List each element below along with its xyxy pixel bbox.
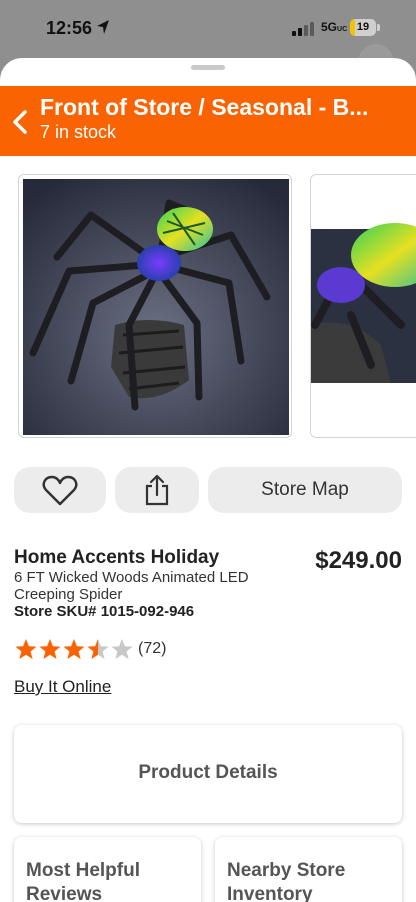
favorite-button[interactable] [14,467,106,513]
star-icon [63,639,85,659]
star-rating[interactable] [14,638,134,662]
aisle-header: Front of Store / Seasonal - B... 7 in st… [0,86,416,156]
location-arrow-icon [97,20,109,34]
most-helpful-reviews-label: Most Helpful Reviews [26,860,140,902]
bottom-sheet: Front of Store / Seasonal - B... 7 in st… [0,58,416,902]
store-map-button[interactable]: Store Map [208,467,402,513]
product-details-card[interactable]: Product Details [14,725,402,823]
heart-icon [42,475,78,506]
battery-level: 19 [356,21,370,33]
spider-product-image [23,179,289,435]
aisle-location-title: Front of Store / Seasonal - B... [40,94,369,120]
star-icon [15,639,37,659]
store-sku: Store SKU# 1015-092-946 [14,603,195,620]
product-details-label: Product Details [138,762,278,783]
cellular-signal-icon [292,22,314,36]
product-price: $249.00 [315,547,402,574]
product-description: 6 FT Wicked Woods Animated LED Creeping … [14,569,249,603]
stock-count: 7 in stock [40,122,117,142]
status-time: 12:56 [46,18,93,38]
spider-closeup-image [311,223,416,383]
star-icon [87,639,109,659]
share-button[interactable] [115,467,199,513]
buy-it-online-link[interactable]: Buy It Online [14,677,111,697]
network-type: 5GUC [321,20,348,34]
most-helpful-reviews-card[interactable]: Most Helpful Reviews [14,837,201,902]
star-icon [111,639,133,659]
nearby-store-inventory-label: Nearby Store Inventory [227,860,346,902]
star-icon [39,639,61,659]
product-image-secondary[interactable] [310,174,416,438]
review-count[interactable]: (72) [138,640,166,658]
share-icon [145,474,169,506]
chevron-left-icon[interactable] [10,108,32,136]
battery-icon: 19 [350,19,380,36]
product-brand: Home Accents Holiday [14,547,220,568]
nearby-store-inventory-card[interactable]: Nearby Store Inventory [215,837,402,902]
product-image-main[interactable] [18,174,292,438]
sheet-grabber[interactable] [191,65,225,70]
status-bar: 12:56 5GUC 19 [0,0,416,58]
